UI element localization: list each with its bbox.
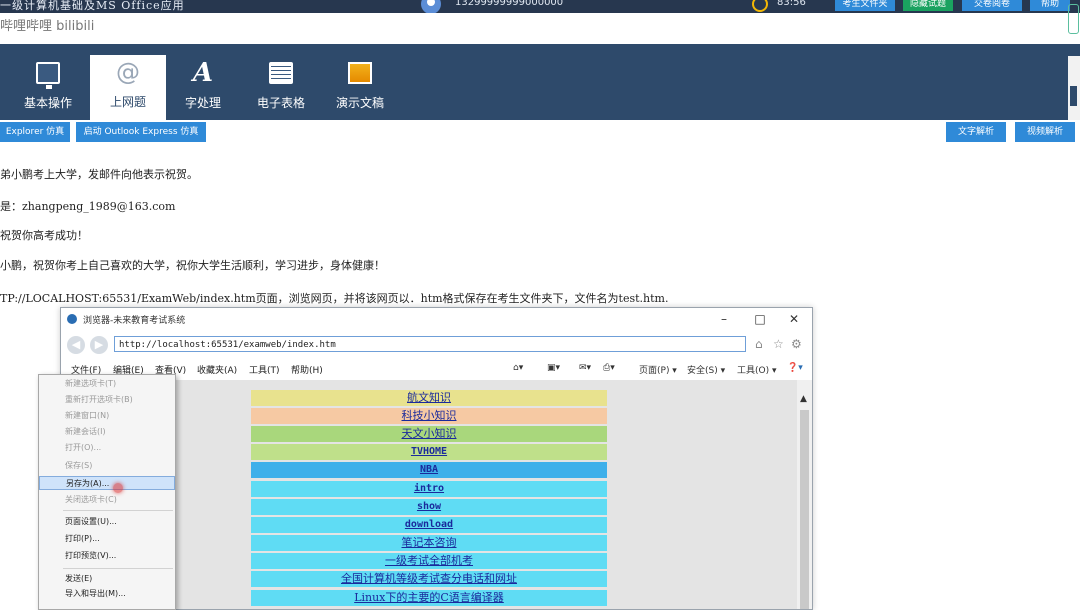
print-icon[interactable]: ⎙▾ <box>603 363 615 373</box>
file-menu-item[interactable]: 导入和导出(M)... <box>39 587 175 601</box>
nav-link[interactable]: 航文知识 <box>251 390 607 406</box>
menu-separator <box>63 510 173 511</box>
file-menu-item[interactable]: 打开(O)... <box>39 441 175 455</box>
presentation-icon <box>348 62 372 84</box>
side-scroll-handle[interactable] <box>1066 0 1080 40</box>
content-scrollbar[interactable]: ▲ <box>797 380 812 609</box>
nav-link[interactable]: 全国计算机等级考试查分电话和网址 <box>251 571 607 587</box>
scroll-up-icon[interactable]: ▲ <box>800 394 807 404</box>
file-menu-item[interactable]: 打印(P)... <box>39 532 175 546</box>
at-icon: @ <box>116 58 140 86</box>
nav-link[interactable]: show <box>251 499 607 515</box>
exam-title: 一级计算机基础及MS Office应用 <box>0 0 185 12</box>
file-menu-item[interactable]: 保存(S) <box>39 459 175 473</box>
ie-logo-icon <box>67 314 77 324</box>
text-analysis-button[interactable]: 文字解析 <box>946 122 1006 142</box>
tab-label: 字处理 <box>184 96 221 110</box>
file-menu-item[interactable]: 页面设置(U)... <box>39 515 175 529</box>
tab-internet[interactable]: @ 上网题 <box>90 55 166 120</box>
tab-presentation[interactable]: 演示文稿 <box>322 56 398 120</box>
nav-link[interactable]: NBA <box>251 462 607 478</box>
outlook-simulation-button[interactable]: 启动 Outlook Express 仿真 <box>76 122 206 142</box>
clock-icon <box>752 0 768 12</box>
file-menu-item[interactable]: 发送(E) <box>39 572 175 586</box>
side-panel-tab[interactable] <box>1068 56 1080 120</box>
task-line: 祝贺你高考成功！ <box>0 229 88 242</box>
menu-help[interactable]: 帮助(H) <box>291 363 323 376</box>
safety-menu[interactable]: 安全(S) ▾ <box>687 363 725 376</box>
task-line: 小鹏，祝贺你考上自己喜欢的大学，祝你大学生活顺利，学习进步，身体健康！ <box>0 259 385 272</box>
tab-basic-operation[interactable]: 基本操作 <box>10 56 86 120</box>
tab-label: 演示文稿 <box>335 96 384 110</box>
browser-titlebar: 浏览器-未来教育考试系统 – □ ✕ <box>61 308 812 330</box>
address-bar: ◀ ▶ http://localhost:65531/examweb/index… <box>61 330 812 358</box>
page-menu[interactable]: 页面(P) ▾ <box>639 363 677 376</box>
help-button[interactable]: 帮助 <box>1030 0 1070 11</box>
help-icon[interactable]: ❓▾ <box>787 363 803 373</box>
text-a-icon: A <box>192 58 214 88</box>
maximize-icon[interactable]: □ <box>749 310 771 328</box>
monitor-icon <box>36 62 60 89</box>
file-menu-item[interactable]: 新建会话(I) <box>39 425 175 439</box>
nav-link[interactable]: 一级考试全部机考 <box>251 553 607 569</box>
home-icon[interactable]: ⌂ <box>755 337 763 351</box>
nav-link[interactable]: download <box>251 517 607 533</box>
action-bar: Explorer 仿真 启动 Outlook Express 仿真 文字解析 视… <box>0 120 1080 144</box>
browser-title: 浏览器-未来教育考试系统 <box>83 316 186 326</box>
url-input[interactable]: http://localhost:65531/examweb/index.htm <box>114 336 746 352</box>
file-menu-dropdown: 新建选项卡(T) 重新打开选项卡(B) 新建窗口(N) 新建会话(I) 打开(O)...… <box>38 374 176 610</box>
video-analysis-button[interactable]: 视频解析 <box>1015 122 1075 142</box>
spreadsheet-icon <box>269 62 293 84</box>
file-menu-item[interactable]: 另存为(A)... <box>39 476 175 490</box>
file-menu-item[interactable]: 重新打开选项卡(B) <box>39 393 175 407</box>
nav-link[interactable]: 天文小知识 <box>251 426 607 442</box>
candidate-id: 13299999999000000 <box>455 0 564 8</box>
home-page-icon[interactable]: ⌂▾ <box>513 363 523 373</box>
submit-exam-button[interactable]: 交卷阅卷 <box>962 0 1022 11</box>
hide-questions-button[interactable]: 隐藏试题 <box>903 0 953 11</box>
mail-icon[interactable]: ✉▾ <box>579 363 591 373</box>
task-line: 是：zhangpeng_1989@163.com <box>0 200 176 213</box>
settings-gear-icon[interactable]: ⚙ <box>791 337 802 351</box>
mouse-cursor-indicator <box>113 483 123 493</box>
file-menu-item[interactable]: 新建选项卡(T) <box>39 377 175 391</box>
ie-simulation-button[interactable]: Explorer 仿真 <box>0 122 70 142</box>
close-icon[interactable]: ✕ <box>783 310 805 328</box>
favorites-star-icon[interactable]: ☆ <box>773 337 784 351</box>
tab-label: 上网题 <box>109 95 146 109</box>
file-menu-item[interactable]: 关闭选项卡(C) <box>39 493 175 507</box>
nav-link[interactable]: 科技小知识 <box>251 408 607 424</box>
tab-label: 基本操作 <box>23 96 72 110</box>
nav-link[interactable]: Linux下的主要的C语言编译器 <box>251 590 607 606</box>
watermark: 哔哩哔哩 bilibili <box>0 19 95 34</box>
tools-menu[interactable]: 工具(O) ▾ <box>737 363 777 376</box>
back-icon[interactable]: ◀ <box>67 336 85 354</box>
feeds-icon[interactable]: ▣▾ <box>547 363 560 373</box>
user-icon <box>421 0 441 14</box>
top-status-bar: 一级计算机基础及MS Office应用 13299999999000000 83… <box>0 0 1080 14</box>
menu-separator <box>63 568 173 569</box>
nav-link[interactable]: 笔记本咨询 <box>251 535 607 551</box>
menu-tools[interactable]: 工具(T) <box>249 363 280 376</box>
minimize-icon[interactable]: – <box>713 310 735 328</box>
tab-spreadsheet[interactable]: 电子表格 <box>243 56 319 120</box>
scroll-thumb[interactable] <box>800 410 809 609</box>
title-strip <box>0 13 1080 44</box>
task-line: 弟小鹏考上大学，发邮件向他表示祝贺。 <box>0 168 198 181</box>
remaining-time: 83:56 <box>777 0 806 8</box>
tab-word-processing[interactable]: A 字处理 <box>165 56 241 120</box>
forward-icon[interactable]: ▶ <box>90 336 108 354</box>
nav-link[interactable]: TVHOME <box>251 444 607 460</box>
file-menu-item[interactable]: 打印预览(V)... <box>39 549 175 563</box>
category-nav: 基本操作 @ 上网题 A 字处理 电子表格 演示文稿 <box>0 44 1080 120</box>
menu-favorites[interactable]: 收藏夹(A) <box>197 363 237 376</box>
task-line: TP://LOCALHOST:65531/ExamWeb/index.htm页面… <box>0 292 669 305</box>
examinee-folder-button[interactable]: 考生文件夹 <box>835 0 895 11</box>
tab-label: 电子表格 <box>256 96 305 110</box>
file-menu-item[interactable]: 新建窗口(N) <box>39 409 175 423</box>
nav-link[interactable]: intro <box>251 481 607 497</box>
